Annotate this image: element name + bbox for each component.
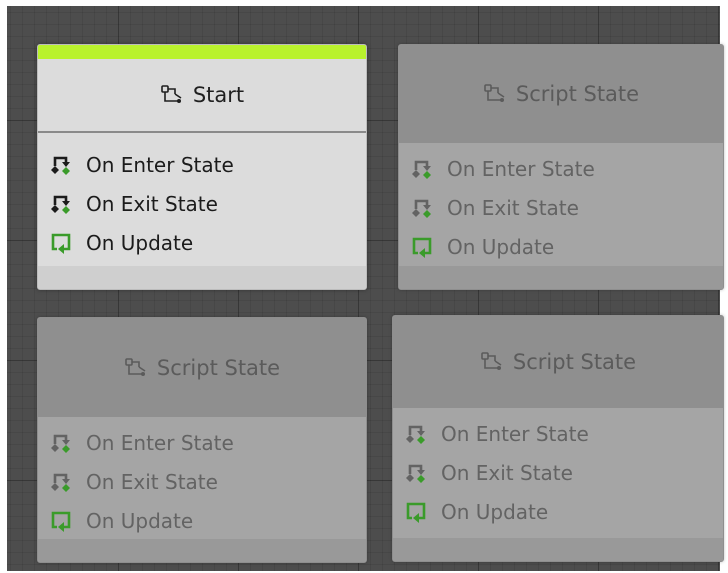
state-node-script-state[interactable]: Script State On Enter State On Exit Stat… [398, 44, 724, 290]
event-label: On Update [441, 499, 549, 524]
state-node-script-state[interactable]: Script State On Enter State On Exit Stat… [37, 317, 367, 563]
event-label: On Enter State [441, 421, 589, 446]
state-node-footer [38, 539, 366, 562]
state-node-icon [480, 351, 504, 373]
transition-arrow-icon [411, 158, 433, 180]
transition-arrow-icon [50, 193, 72, 215]
active-state-indicator-bar [38, 45, 366, 59]
event-on-update[interactable]: On Update [50, 501, 366, 540]
loop-arrow-icon [411, 236, 433, 258]
event-on-exit-state[interactable]: On Exit State [411, 188, 723, 227]
state-node-icon [160, 84, 184, 106]
event-on-update[interactable]: On Update [411, 227, 723, 266]
state-node-header[interactable]: Script State [38, 318, 366, 417]
state-node-title: Script State [156, 355, 281, 380]
state-node-icon [124, 357, 148, 379]
event-label: On Enter State [86, 152, 234, 177]
transition-arrow-icon [50, 432, 72, 454]
event-label: On Exit State [447, 195, 579, 220]
event-on-enter-state[interactable]: On Enter State [50, 145, 366, 184]
event-label: On Exit State [86, 191, 218, 216]
state-node-title: Start [192, 83, 245, 107]
state-node-header[interactable]: Script State [393, 316, 723, 408]
transition-arrow-icon [405, 423, 427, 445]
loop-arrow-icon [405, 501, 427, 523]
state-node-start[interactable]: Start On Enter State On Exit State On Up… [37, 44, 367, 290]
transition-arrow-icon [405, 462, 427, 484]
event-on-enter-state[interactable]: On Enter State [411, 149, 723, 188]
event-label: On Update [86, 230, 194, 255]
loop-arrow-icon [50, 232, 72, 254]
state-graph-canvas[interactable]: Start On Enter State On Exit State On Up… [7, 6, 724, 571]
state-node-script-state[interactable]: Script State On Enter State On Exit Stat… [392, 315, 724, 562]
event-label: On Enter State [447, 156, 595, 181]
event-on-exit-state[interactable]: On Exit State [405, 453, 723, 492]
state-node-title: Script State [515, 82, 640, 106]
event-on-exit-state[interactable]: On Exit State [50, 184, 366, 223]
event-on-update[interactable]: On Update [405, 492, 723, 531]
state-node-footer [393, 538, 723, 561]
event-label: On Exit State [441, 460, 573, 485]
event-label: On Update [447, 234, 555, 259]
event-label: On Enter State [86, 430, 234, 455]
transition-arrow-icon [50, 471, 72, 493]
state-node-header[interactable]: Start [38, 59, 366, 133]
loop-arrow-icon [50, 510, 72, 532]
event-on-exit-state[interactable]: On Exit State [50, 462, 366, 501]
event-label: On Update [86, 508, 194, 533]
state-node-footer [38, 266, 366, 289]
event-on-update[interactable]: On Update [50, 223, 366, 262]
transition-arrow-icon [411, 197, 433, 219]
state-node-events: On Enter State On Exit State On Update [38, 133, 366, 262]
state-node-header[interactable]: Script State [399, 45, 723, 143]
state-node-icon [483, 83, 507, 105]
state-node-footer [399, 266, 723, 289]
transition-arrow-icon [50, 154, 72, 176]
event-on-enter-state[interactable]: On Enter State [50, 423, 366, 462]
state-node-title: Script State [512, 350, 637, 374]
event-label: On Exit State [86, 469, 218, 494]
event-on-enter-state[interactable]: On Enter State [405, 414, 723, 453]
